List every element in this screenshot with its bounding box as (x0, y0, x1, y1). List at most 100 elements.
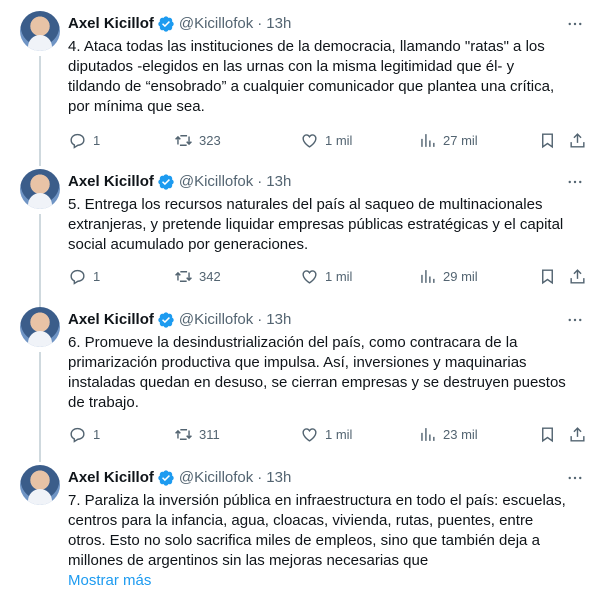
author-name[interactable]: Axel Kicillof (68, 14, 154, 34)
author-name[interactable]: Axel Kicillof (68, 468, 154, 488)
avatar[interactable] (20, 307, 60, 347)
retweet-icon (175, 270, 192, 282)
tweet-text: 7. Paraliza la inversión pública en infr… (68, 492, 566, 569)
tweet-actions: 1 342 1 mil 29 mil (68, 265, 586, 287)
avatar-column (20, 465, 60, 505)
bookmark-button[interactable] (538, 423, 557, 445)
author-name[interactable]: Axel Kicillof (68, 172, 154, 192)
tweet[interactable]: Axel Kicillof @Kicillofok · 13h 7. Paral… (0, 454, 600, 589)
heart-icon (302, 427, 317, 442)
share-icon (570, 268, 585, 284)
view-count: 29 mil (443, 268, 478, 284)
tweet[interactable]: Axel Kicillof @Kicillofok · 13h 4. Ataca… (0, 0, 600, 160)
retweet-icon (175, 428, 192, 440)
tweet-header: Axel Kicillof @Kicillofok · 13h (68, 467, 586, 489)
avatar[interactable] (20, 11, 60, 51)
reply-button[interactable]: 1 (68, 265, 100, 287)
more-options-icon[interactable] (564, 467, 586, 489)
more-options-icon[interactable] (564, 13, 586, 35)
verified-badge-icon (157, 469, 175, 487)
retweet-count: 311 (199, 426, 220, 442)
views-chart-icon (421, 269, 435, 283)
author-name[interactable]: Axel Kicillof (68, 310, 154, 330)
author-handle[interactable]: @Kicillofok (179, 310, 253, 330)
tweet-timestamp[interactable]: 13h (266, 310, 291, 330)
tweet-timestamp[interactable]: 13h (266, 172, 291, 192)
view-count: 23 mil (443, 426, 478, 442)
tweet-timestamp[interactable]: 13h (266, 468, 291, 488)
share-button[interactable] (568, 265, 587, 287)
bookmark-icon (542, 426, 553, 442)
retweet-count: 342 (199, 268, 221, 284)
separator-dot: · (257, 311, 263, 328)
author-handle[interactable]: @Kicillofok (179, 468, 253, 488)
tweet-header: Axel Kicillof @Kicillofok · 13h (68, 171, 586, 193)
views-button[interactable]: 27 mil (418, 129, 478, 151)
tweet-actions: 1 323 1 mil 27 mil (68, 129, 586, 151)
reply-count: 1 (93, 268, 101, 284)
author-handle[interactable]: @Kicillofok (179, 14, 253, 34)
views-button[interactable]: 29 mil (418, 265, 478, 287)
share-button[interactable] (568, 129, 587, 151)
bookmark-icon (542, 132, 553, 148)
like-count: 1 mil (325, 132, 353, 148)
more-options-icon[interactable] (564, 309, 586, 331)
reply-button[interactable]: 1 (68, 129, 100, 151)
tweet-content: Axel Kicillof @Kicillofok · 13h 6. Promu… (68, 309, 586, 413)
views-button[interactable]: 23 mil (418, 423, 478, 445)
tweet-timestamp[interactable]: 13h (266, 14, 291, 34)
view-count: 27 mil (443, 132, 478, 148)
reply-count: 1 (93, 426, 101, 442)
verified-badge-icon (157, 311, 175, 329)
show-more-link[interactable]: Mostrar más (68, 571, 586, 591)
views-chart-icon (421, 427, 435, 441)
bookmark-button[interactable] (538, 265, 557, 287)
bookmark-icon (542, 268, 553, 284)
more-options-icon[interactable] (564, 171, 586, 193)
heart-icon (302, 133, 317, 148)
like-count: 1 mil (325, 426, 353, 442)
bookmark-button[interactable] (538, 129, 557, 151)
like-count: 1 mil (325, 268, 353, 284)
heart-icon (302, 269, 317, 284)
separator-dot: · (257, 15, 263, 32)
author-handle[interactable]: @Kicillofok (179, 172, 253, 192)
avatar-column (20, 307, 60, 347)
verified-badge-icon (157, 173, 175, 191)
share-icon (570, 132, 585, 148)
retweet-button[interactable]: 342 (174, 265, 221, 287)
separator-dot: · (257, 173, 263, 190)
avatar-column (20, 11, 60, 51)
tweet-header: Axel Kicillof @Kicillofok · 13h (68, 13, 586, 35)
avatar[interactable] (20, 169, 60, 209)
tweet-content: Axel Kicillof @Kicillofok · 13h 7. Paral… (68, 467, 586, 591)
verified-badge-icon (157, 15, 175, 33)
retweet-button[interactable]: 311 (174, 423, 220, 445)
reply-icon (70, 133, 85, 149)
avatar-column (20, 169, 60, 209)
reply-button[interactable]: 1 (68, 423, 100, 445)
tweet-content: Axel Kicillof @Kicillofok · 13h 5. Entre… (68, 171, 586, 255)
like-button[interactable]: 1 mil (300, 423, 352, 445)
reply-count: 1 (93, 132, 101, 148)
reply-icon (70, 427, 85, 443)
tweet-header: Axel Kicillof @Kicillofok · 13h (68, 309, 586, 331)
retweet-icon (175, 134, 192, 146)
like-button[interactable]: 1 mil (300, 129, 352, 151)
tweet[interactable]: Axel Kicillof @Kicillofok · 13h 6. Promu… (0, 296, 600, 456)
reply-icon (70, 269, 85, 285)
tweet-text: 6. Promueve la desindustrialización del … (68, 334, 566, 411)
retweet-button[interactable]: 323 (174, 129, 221, 151)
tweet-actions: 1 311 1 mil 23 mil (68, 423, 586, 445)
tweet-text: 5. Entrega los recursos naturales del pa… (68, 196, 564, 253)
retweet-count: 323 (199, 132, 221, 148)
share-icon (570, 426, 585, 442)
tweet-text: 4. Ataca todas las instituciones de la d… (68, 38, 555, 115)
share-button[interactable] (568, 423, 587, 445)
tweet-content: Axel Kicillof @Kicillofok · 13h 4. Ataca… (68, 13, 586, 117)
like-button[interactable]: 1 mil (300, 265, 352, 287)
avatar[interactable] (20, 465, 60, 505)
views-chart-icon (421, 133, 435, 147)
separator-dot: · (257, 469, 263, 486)
tweet[interactable]: Axel Kicillof @Kicillofok · 13h 5. Entre… (0, 158, 600, 298)
